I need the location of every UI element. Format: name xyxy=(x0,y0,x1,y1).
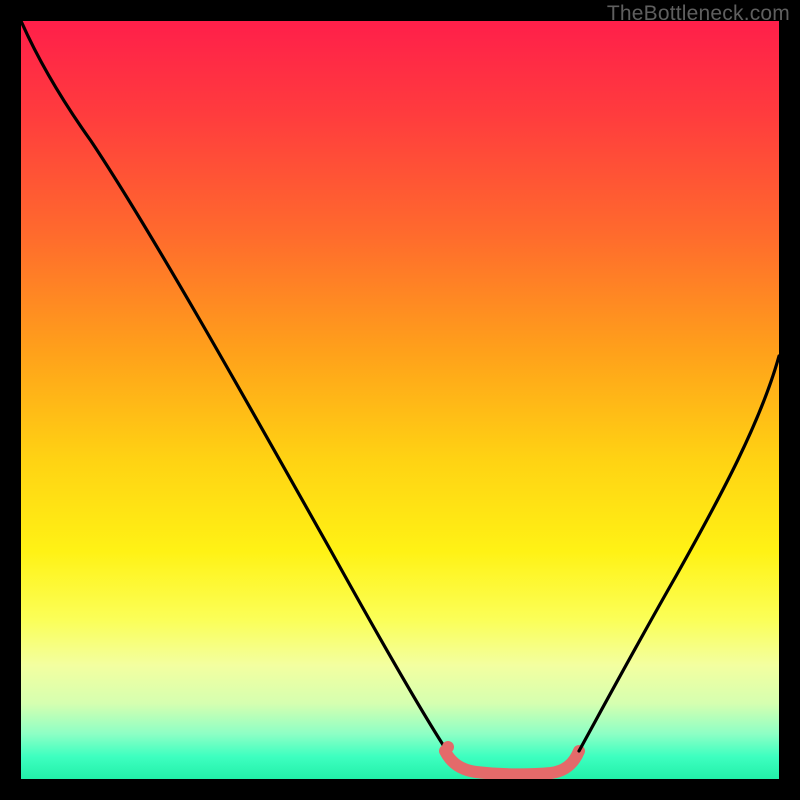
series-valley-floor xyxy=(445,751,579,774)
chart-svg xyxy=(21,21,779,779)
series-left-arm xyxy=(21,21,447,751)
plot-area xyxy=(21,21,779,779)
chart-frame: TheBottleneck.com xyxy=(0,0,800,800)
valley-start-dot xyxy=(442,741,454,753)
series-right-arm xyxy=(579,356,779,751)
